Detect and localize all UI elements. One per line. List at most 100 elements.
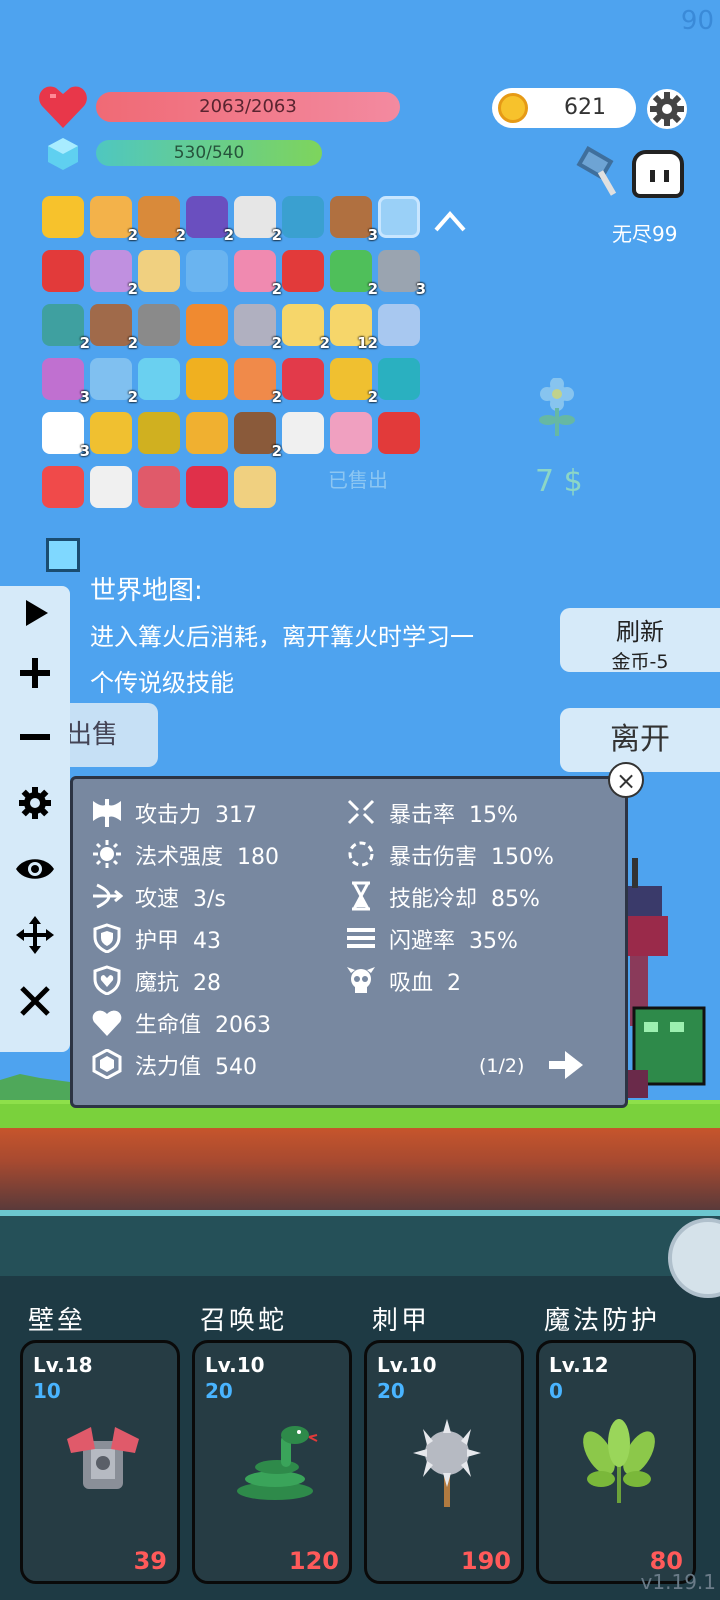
- beer-mug-icon[interactable]: [186, 412, 228, 454]
- chevron-up-icon[interactable]: [432, 206, 468, 236]
- mp-text: 530/540: [173, 143, 245, 163]
- heart-item-icon[interactable]: [282, 358, 324, 400]
- skill-points: 0: [549, 1379, 563, 1403]
- coconut-drink-icon[interactable]: 3: [330, 196, 378, 244]
- potion-bottle-icon[interactable]: 2: [234, 250, 282, 298]
- pineapple-icon[interactable]: 2: [330, 358, 378, 406]
- ground-dirt: [0, 1128, 720, 1210]
- play-icon[interactable]: [14, 592, 56, 634]
- skill-magic-protection-icon: [583, 1419, 655, 1503]
- refresh-button[interactable]: 刷新 金币-5: [560, 608, 720, 673]
- minus-icon[interactable]: [14, 716, 56, 758]
- meteor-icon[interactable]: [186, 304, 228, 346]
- armor-art: [67, 1427, 139, 1489]
- stat-label: 攻速: [135, 887, 180, 912]
- tombstone-icon[interactable]: 2: [90, 304, 138, 352]
- heart-icon: [92, 1010, 122, 1036]
- shield-icon: [93, 923, 121, 953]
- ice-cream-icon[interactable]: [330, 412, 372, 454]
- treasure-map-icon[interactable]: [234, 466, 276, 508]
- stat-label: 护甲: [135, 929, 180, 954]
- skill-card-bastion[interactable]: Lv.18 10 39: [20, 1340, 180, 1584]
- empty-slot-icon[interactable]: [378, 196, 420, 238]
- hook-icon[interactable]: 2: [234, 196, 282, 244]
- stat-value: 2063: [215, 1013, 272, 1038]
- hammer-icon: [576, 146, 617, 196]
- item-count: 2: [223, 226, 234, 244]
- stat-label: 生命值: [135, 1013, 202, 1038]
- move-icon[interactable]: [14, 914, 56, 956]
- robe-icon[interactable]: [378, 304, 420, 346]
- shield-round-icon[interactable]: 2: [42, 304, 90, 352]
- sun-icon[interactable]: [42, 196, 84, 238]
- magnet-icon[interactable]: [282, 250, 324, 292]
- item-count: 2: [367, 388, 378, 406]
- folded-map-icon[interactable]: 12: [330, 304, 378, 352]
- stat-label: 法力值: [135, 1055, 202, 1080]
- skill-card-summon-snake[interactable]: Lv.10 20 120: [192, 1340, 352, 1584]
- settings-gear-icon[interactable]: [646, 88, 688, 130]
- scroll-icon[interactable]: 2: [90, 196, 138, 244]
- gear-icon[interactable]: [14, 782, 56, 824]
- unicorn-icon[interactable]: 2: [90, 250, 138, 298]
- close-icon[interactable]: [14, 980, 56, 1022]
- strawberry-icon[interactable]: [378, 412, 420, 454]
- skill-card-magic-protection[interactable]: Lv.12 0 80: [536, 1340, 696, 1584]
- ghost-item-icon[interactable]: 3: [42, 412, 90, 460]
- stat-label: 魔抗: [135, 971, 180, 996]
- item-count: 2: [319, 334, 330, 352]
- molecule-icon[interactable]: [138, 304, 180, 346]
- description-line-2: 个传说级技能: [90, 669, 234, 697]
- stat-value: 317: [215, 803, 258, 828]
- battle-axe-icon[interactable]: 2: [234, 304, 282, 352]
- flower-pot-icon[interactable]: 3: [42, 358, 90, 406]
- mana-gem-icon: [92, 1049, 122, 1079]
- rainbow-icon[interactable]: 2: [234, 358, 282, 406]
- skill-card-thorn-armor[interactable]: Lv.10 20 190: [364, 1340, 524, 1584]
- version-label: v1.19.1: [640, 1570, 716, 1594]
- plus-icon[interactable]: [14, 652, 56, 694]
- item-count: 2: [175, 226, 186, 244]
- eye-icon[interactable]: [14, 848, 56, 890]
- skill-thorn-armor-icon: [413, 1419, 481, 1507]
- ruby-icon[interactable]: [186, 466, 228, 508]
- item-count: 2: [271, 280, 282, 298]
- sun-power-icon: [93, 840, 121, 868]
- magic-orb-icon[interactable]: 2: [90, 358, 138, 406]
- next-page-arrow-icon[interactable]: [547, 1049, 585, 1081]
- pill-icon[interactable]: [42, 466, 84, 508]
- skill-name-bastion: 壁垒: [28, 1306, 87, 1336]
- briefcase-icon[interactable]: 2: [138, 196, 186, 244]
- leave-button[interactable]: 离开: [560, 708, 720, 772]
- axe-icon: [93, 799, 121, 827]
- heart-shield-icon: [93, 965, 121, 995]
- swirl-tile-icon[interactable]: [378, 358, 420, 400]
- bookmark-icon[interactable]: [42, 250, 84, 292]
- target-icon[interactable]: [282, 196, 324, 238]
- shop-price: 7 $: [535, 464, 583, 499]
- quill-paper-icon[interactable]: 2: [282, 304, 330, 352]
- skill-name-thorn-armor: 刺甲: [372, 1306, 431, 1336]
- playing-cards-icon[interactable]: [90, 466, 132, 508]
- skill-points: 20: [377, 1379, 405, 1403]
- ghost-mascot-icon[interactable]: [632, 150, 684, 198]
- crown-icon[interactable]: [90, 412, 132, 454]
- id-card-icon[interactable]: [186, 250, 228, 292]
- map-scroll-icon[interactable]: [138, 250, 180, 292]
- item-title: 世界地图:: [90, 576, 203, 606]
- wizard-hat-icon[interactable]: 2: [186, 196, 234, 244]
- durian-icon[interactable]: [138, 412, 180, 454]
- spiked-mace-icon[interactable]: 3: [378, 250, 426, 298]
- armor-chest-icon[interactable]: [138, 466, 180, 508]
- mode-label: 无尽99: [612, 222, 678, 246]
- coin-stack-icon[interactable]: [186, 358, 228, 400]
- close-stats-button[interactable]: ×: [608, 762, 644, 798]
- flower-shop-item-icon[interactable]: [534, 378, 580, 440]
- stat-value: 2: [447, 971, 462, 996]
- gold-amount: 621: [564, 95, 606, 120]
- pirate-ship-icon[interactable]: 2: [234, 412, 282, 460]
- money-heart-icon[interactable]: 2: [330, 250, 378, 298]
- syringe-icon[interactable]: [138, 358, 180, 400]
- refresh-cost: 金币-5: [611, 651, 669, 673]
- envelope-icon[interactable]: [282, 412, 324, 454]
